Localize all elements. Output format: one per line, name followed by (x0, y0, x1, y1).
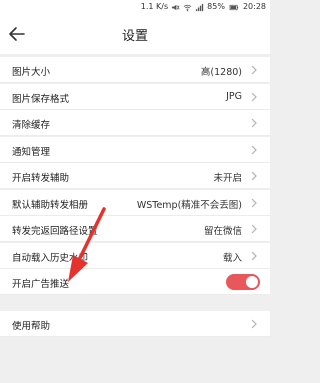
setting-default-album[interactable]: 默认辅助转发相册 WSTemp(精准不会丢图) (0, 189, 270, 216)
signal-icon (196, 3, 204, 11)
setting-auto-watermark[interactable]: 自动载入历史水印 载入 (0, 242, 270, 269)
settings-list: 图片大小 高(1280) 图片保存格式 JPG 清除缓存 通知管理 开启转发辅助… (0, 57, 270, 337)
setting-label: 清除缓存 (12, 120, 51, 131)
battery-percent: 85% (207, 2, 225, 11)
setting-forward-assist[interactable]: 开启转发辅助 未开启 (0, 163, 270, 189)
setting-label: 开启转发辅助 (12, 173, 70, 184)
chevron-right-icon (251, 224, 257, 234)
setting-ad-push: 开启广告推送 (0, 269, 270, 295)
setting-value: JPG (226, 90, 242, 102)
setting-return-path[interactable]: 转发完返回路径设置 留在微信 (0, 216, 270, 242)
toggle-knob (246, 276, 258, 288)
setting-notifications[interactable]: 通知管理 (0, 136, 270, 163)
network-speed: 1.1 K/s (140, 2, 169, 11)
ad-push-toggle[interactable] (226, 274, 260, 290)
status-indicators: 1.1 K/s 85% 20:28 (141, 2, 266, 12)
chevron-right-icon (251, 171, 257, 181)
setting-label: 默认辅助转发相册 (12, 199, 89, 211)
chevron-right-icon (251, 118, 257, 128)
setting-image-format[interactable]: 图片保存格式 JPG (0, 83, 270, 110)
chevron-right-icon (251, 251, 257, 260)
setting-value: 留在微信 (203, 226, 242, 237)
setting-clear-cache[interactable]: 清除缓存 (0, 110, 270, 136)
setting-label: 图片保存格式 (12, 93, 70, 105)
setting-value: 未开启 (213, 173, 242, 184)
chevron-right-icon (251, 65, 257, 75)
setting-label: 图片大小 (12, 67, 51, 78)
setting-value: WSTemp(精准不会丢图) (136, 199, 242, 211)
help-label: 使用帮助 (12, 320, 51, 332)
wifi-icon (183, 4, 192, 11)
mute-icon (172, 4, 180, 10)
chevron-right-icon (251, 319, 257, 328)
setting-value: 高(1280) (200, 67, 242, 78)
setting-value: 载入 (222, 252, 242, 264)
chevron-right-icon (251, 198, 257, 207)
page-title: 设置 (121, 29, 148, 44)
chevron-right-icon (251, 92, 257, 101)
setting-image-size[interactable]: 图片大小 高(1280) (0, 57, 270, 83)
status-bar: 1.1 K/s 85% 20:28 (0, 0, 270, 14)
help-row[interactable]: 使用帮助 (0, 310, 270, 337)
battery-icon (229, 4, 239, 10)
setting-label: 自动载入历史水印 (12, 252, 89, 264)
setting-label: 通知管理 (12, 146, 51, 158)
setting-label: 转发完返回路径设置 (12, 226, 98, 237)
header: 设置 (0, 14, 270, 54)
clock: 20:28 (242, 2, 266, 11)
setting-label: 开启广告推送 (12, 279, 70, 290)
chevron-right-icon (251, 145, 257, 154)
